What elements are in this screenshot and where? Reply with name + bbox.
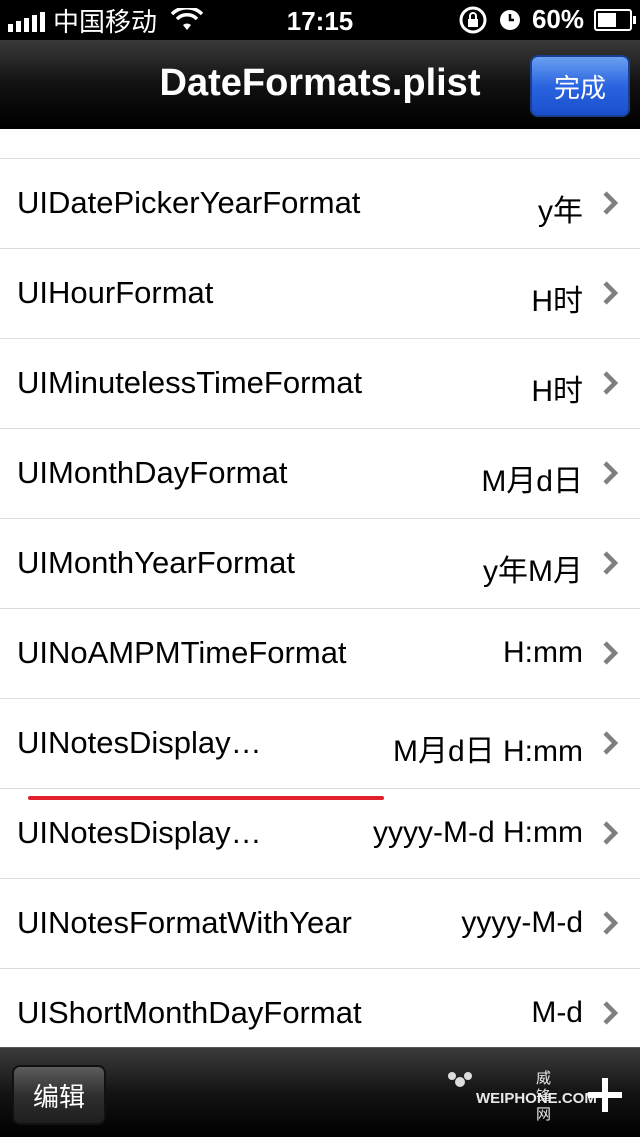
chevron-right-icon bbox=[603, 281, 619, 305]
battery-fill bbox=[598, 12, 616, 27]
list-item[interactable]: UINotesDisplay… M月d日 H:mm bbox=[0, 699, 640, 790]
row-value: M月d日 bbox=[481, 465, 583, 498]
row-value: y年M月 bbox=[483, 555, 583, 588]
row-key: UINotesFormatWithYear bbox=[17, 905, 352, 940]
list-item[interactable]: UIShortMonthDayFormat M-d bbox=[0, 969, 640, 1047]
chevron-right-icon bbox=[603, 551, 619, 575]
row-key: UIMinutelessTimeFormat bbox=[17, 365, 363, 400]
status-bar: 中国移动 17:15 60% bbox=[0, 0, 640, 40]
list-item[interactable]: UIHourFormat H时 bbox=[0, 249, 640, 340]
chevron-right-icon bbox=[603, 821, 619, 845]
watermark: 威锋网 WEIPHONE.COM bbox=[446, 1070, 597, 1123]
edit-button[interactable]: 编辑 bbox=[12, 1065, 106, 1125]
row-value: yyyy-M-d H:mm bbox=[373, 816, 583, 849]
navigation-bar: DateFormats.plist 完成 bbox=[0, 40, 640, 129]
battery-percent: 60% bbox=[531, 4, 584, 34]
row-value: M月d日 H:mm bbox=[393, 735, 583, 768]
chevron-right-icon bbox=[603, 1001, 619, 1025]
list-item[interactable] bbox=[0, 129, 640, 160]
battery-icon bbox=[594, 8, 636, 31]
row-value: H时 bbox=[531, 285, 583, 318]
chevron-right-icon bbox=[603, 731, 619, 755]
plist-entries-list[interactable]: UIDatePickerYearFormat y年 UIHourFormat H时 UI… bbox=[0, 129, 640, 1047]
chevron-right-icon bbox=[603, 371, 619, 395]
chevron-right-icon bbox=[603, 641, 619, 665]
row-value: H时 bbox=[531, 375, 583, 408]
chevron-right-icon bbox=[603, 191, 619, 215]
row-key: UIMonthDayFormat bbox=[17, 455, 288, 490]
row-key: UIHourFormat bbox=[17, 275, 214, 310]
weiphone-logo-icon bbox=[448, 1072, 472, 1087]
list-item[interactable]: UINotesFormatWithYear yyyy-M-d bbox=[0, 879, 640, 970]
watermark-en: WEIPHONE.COM bbox=[476, 1090, 597, 1107]
chevron-right-icon bbox=[603, 461, 619, 485]
list-item[interactable]: UINoAMPMTimeFormat H:mm bbox=[0, 609, 640, 700]
rotation-lock-icon bbox=[459, 6, 487, 33]
highlight-underline bbox=[28, 796, 384, 800]
add-icon[interactable] bbox=[588, 1078, 622, 1112]
row-key: UIShortMonthDayFormat bbox=[17, 995, 362, 1030]
alarm-icon bbox=[499, 9, 520, 30]
bottom-toolbar: 编辑 威锋网 WEIPHONE.COM bbox=[0, 1047, 640, 1137]
list-item[interactable]: UIMinutelessTimeFormat H时 bbox=[0, 339, 640, 430]
row-key: UINotesDisplay… bbox=[17, 815, 262, 850]
row-value: yyyy-M-d bbox=[461, 906, 583, 939]
row-key: UINoAMPMTimeFormat bbox=[17, 635, 347, 670]
done-button[interactable]: 完成 bbox=[530, 55, 630, 117]
list-item[interactable]: UIMonthDayFormat M月d日 bbox=[0, 429, 640, 520]
row-value: y年 bbox=[538, 195, 583, 228]
chevron-right-icon bbox=[603, 911, 619, 935]
row-key: UIMonthYearFormat bbox=[17, 545, 295, 580]
list-item[interactable]: UINotesDisplay… yyyy-M-d H:mm bbox=[0, 789, 640, 880]
list-item[interactable]: UIDatePickerYearFormat y年 bbox=[0, 159, 640, 250]
row-key: UIDatePickerYearFormat bbox=[17, 185, 361, 220]
row-key: UINotesDisplay… bbox=[17, 725, 262, 760]
row-value: H:mm bbox=[503, 636, 583, 669]
row-value: M-d bbox=[531, 996, 583, 1029]
list-item[interactable]: UIMonthYearFormat y年M月 bbox=[0, 519, 640, 610]
